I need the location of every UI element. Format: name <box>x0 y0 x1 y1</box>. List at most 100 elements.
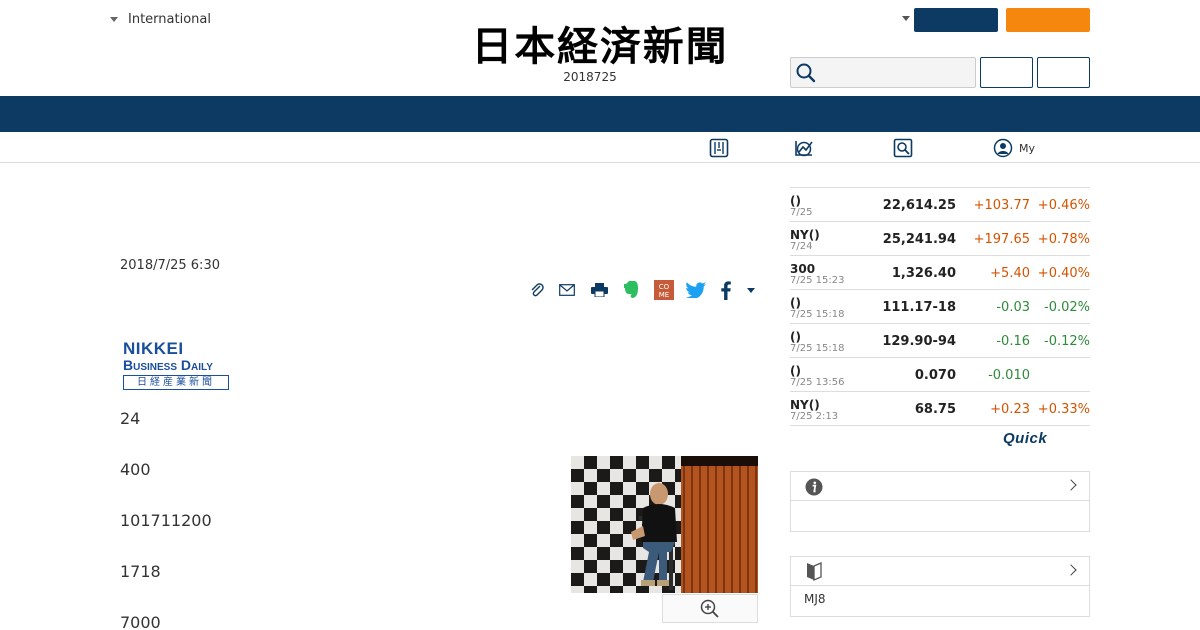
header-outline-button-2[interactable] <box>1037 57 1090 88</box>
market-value: 0.070 <box>914 368 956 383</box>
market-name: () <box>790 330 801 344</box>
edition-label: International <box>128 12 211 27</box>
site-logo[interactable]: 日本経済新聞 <box>437 24 763 70</box>
subnav-markets[interactable] <box>793 137 815 159</box>
market-change-pct: +0.46% <box>1037 198 1090 213</box>
market-value: 1,326.40 <box>891 266 956 281</box>
market-date: 7/25 2:13 <box>790 411 839 422</box>
search-document-icon <box>893 138 913 158</box>
more-caret-icon[interactable] <box>744 278 758 302</box>
market-name: 300 <box>790 262 816 276</box>
market-change: +5.40 <box>990 266 1030 281</box>
market-change-pct: +0.33% <box>1037 402 1090 417</box>
market-date: 7/25 15:18 <box>790 309 845 320</box>
clip-icon[interactable] <box>528 278 546 302</box>
facebook-icon[interactable] <box>716 278 736 302</box>
source-logo-line3: 日経産業新聞 <box>123 375 229 390</box>
subnav-paper-viewer[interactable] <box>709 137 729 159</box>
nikkei-business-daily-logo: NIKKEI Business Daily 日経産業新聞 <box>123 340 231 390</box>
market-data-table: () 7/25 22,614.25 +103.77 +0.46% NY() 7/24 25,2… <box>790 187 1090 426</box>
market-name: () <box>790 296 801 310</box>
subnav-my[interactable]: My <box>993 137 1035 159</box>
subscribe-button[interactable] <box>1006 8 1090 32</box>
article-paragraph: 101711200 <box>120 511 212 530</box>
print-icon[interactable] <box>590 278 608 302</box>
article-photo[interactable] <box>571 456 758 593</box>
article-paragraph: 400 <box>120 460 151 479</box>
search-input[interactable] <box>821 59 971 86</box>
market-change-pct: +0.78% <box>1037 232 1090 247</box>
beginner-widget: MJ8 <box>790 556 1090 617</box>
market-name: () <box>790 364 801 378</box>
market-value: 22,614.25 <box>882 198 956 213</box>
chart-trend-icon <box>795 141 813 157</box>
market-name: () <box>790 194 801 208</box>
info-widget-header[interactable] <box>791 472 1089 501</box>
article-paragraph: 24 <box>120 409 141 428</box>
chevron-right-icon <box>1065 479 1077 491</box>
mail-icon[interactable] <box>558 278 576 302</box>
zoom-in-icon <box>700 599 719 618</box>
beginner-mark-icon <box>807 562 822 581</box>
twitter-icon[interactable] <box>685 278 707 302</box>
market-change: +197.65 <box>973 232 1030 247</box>
market-row[interactable]: NY() 7/25 2:13 68.75 +0.23 +0.33% <box>790 392 1090 426</box>
market-value: 111.17-18 <box>882 300 956 315</box>
beginner-widget-body: MJ8 <box>804 592 826 606</box>
come-icon[interactable]: CO ME <box>653 278 675 302</box>
article-date: 2018/7/25 6:30 <box>120 258 220 273</box>
edition-selector[interactable]: International <box>110 12 211 27</box>
evernote-icon[interactable] <box>622 278 640 302</box>
info-icon <box>805 478 823 496</box>
user-icon <box>993 138 1013 158</box>
article-paragraph: 7000 <box>120 613 161 630</box>
beginner-widget-header[interactable] <box>791 557 1089 586</box>
market-change: -0.010 <box>988 368 1030 383</box>
share-bar: CO ME <box>524 278 764 304</box>
svg-text:ME: ME <box>659 291 669 299</box>
market-value: 129.90-94 <box>882 334 956 349</box>
market-row[interactable]: NY() 7/24 25,241.94 +197.65 +0.78% <box>790 222 1090 256</box>
market-change: -0.03 <box>996 300 1030 315</box>
market-change-pct: +0.40% <box>1037 266 1090 281</box>
info-widget <box>790 471 1090 532</box>
subnav-my-label: My <box>1019 141 1036 155</box>
market-change: -0.16 <box>996 334 1030 349</box>
chevron-right-icon <box>1065 564 1077 576</box>
article-paragraph: 1718 <box>120 562 161 581</box>
main-nav-bar <box>0 96 1200 132</box>
login-button[interactable] <box>914 8 998 32</box>
search-icon[interactable] <box>795 62 817 84</box>
market-date: 7/25 <box>790 207 813 218</box>
market-change: +103.77 <box>973 198 1030 213</box>
source-logo-line2: Business Daily <box>123 357 213 373</box>
market-row[interactable]: 300 7/25 15:23 1,326.40 +5.40 +0.40% <box>790 256 1090 290</box>
market-row[interactable]: () 7/25 22,614.25 +103.77 +0.46% <box>790 188 1090 222</box>
subnav-search[interactable] <box>893 137 913 159</box>
newspaper-viewer-icon <box>709 138 729 158</box>
market-row[interactable]: () 7/25 13:56 0.070 -0.010 <box>790 358 1090 392</box>
market-change-pct: -0.02% <box>1044 300 1090 315</box>
sub-nav: My <box>0 132 1200 163</box>
market-date: 7/25 15:23 <box>790 275 845 286</box>
market-row[interactable]: () 7/25 15:18 129.90-94 -0.16 -0.12% <box>790 324 1090 358</box>
caret-down-icon <box>110 17 118 22</box>
market-date: 7/25 15:18 <box>790 343 845 354</box>
svg-text:CO: CO <box>659 283 670 291</box>
market-value: 25,241.94 <box>882 232 956 247</box>
market-date: 7/25 13:56 <box>790 377 845 388</box>
market-date: 7/24 <box>790 241 813 252</box>
quick-logo[interactable]: Quick <box>1003 430 1047 447</box>
market-name: NY() <box>790 228 820 242</box>
account-menu-caret-icon[interactable] <box>902 16 910 21</box>
header-date: 2018725 <box>563 70 617 84</box>
market-change: +0.23 <box>990 402 1030 417</box>
info-widget-body <box>791 501 1089 531</box>
market-value: 68.75 <box>914 402 956 417</box>
search-box <box>790 57 976 88</box>
market-change-pct: -0.12% <box>1044 334 1090 349</box>
source-logo-line1: NIKKEI <box>123 339 184 358</box>
header-outline-button-1[interactable] <box>980 57 1033 88</box>
market-row[interactable]: () 7/25 15:18 111.17-18 -0.03 -0.02% <box>790 290 1090 324</box>
zoom-photo-button[interactable] <box>662 594 758 623</box>
